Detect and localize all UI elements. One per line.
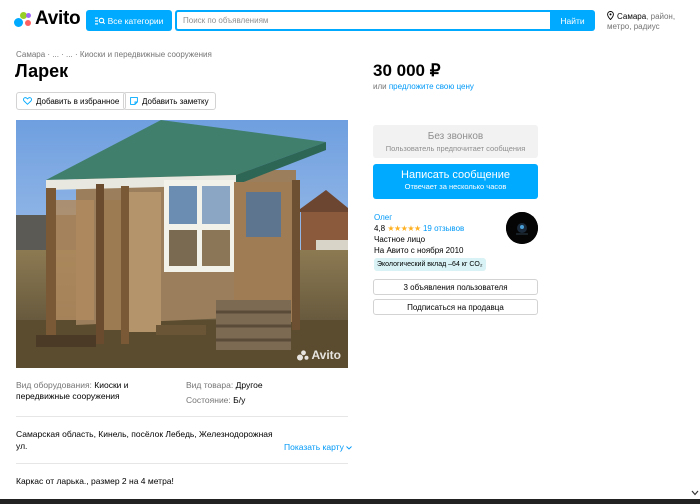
divider [16,416,348,417]
all-categories-button[interactable]: Все категории [86,10,172,31]
price-offer-line: или предложите свою цену [373,82,474,91]
property-label: Вид товара: [186,380,236,390]
write-message-label: Написать сообщение [401,169,510,181]
no-calls-subtitle: Пользователь предпочитает сообщения [385,144,526,153]
subscribe-seller-button[interactable]: Подписаться на продавца [373,299,538,315]
all-categories-label: Все категории [107,15,164,26]
avito-logo[interactable]: Avito [14,8,81,30]
seller-avatar[interactable] [506,212,538,244]
listing-description: Каркас от ларька., размер 2 на 4 метра! [16,476,174,486]
chevron-down-icon [346,446,353,450]
seller-rating-row: 4,8 ★★★★★ 19 отзывов [374,223,504,234]
breadcrumb[interactable]: Самара · ... · ... · Киоски и передвижны… [16,50,212,59]
rating-stars-icon: ★★★★★ [387,224,421,233]
add-note-button[interactable]: Добавить заметку [123,92,216,110]
offer-price-link[interactable]: предложите свою цену [389,82,474,91]
reviews-link[interactable]: 19 отзывов [423,224,464,233]
property-value: Другое [235,380,263,390]
location-pin-icon [607,11,614,20]
search-button[interactable]: Найти [550,10,595,31]
property-label: Вид оборудования: [16,380,95,390]
seller-type: Частное лицо [374,235,426,244]
watermark-text: Avito [311,348,341,362]
search-placeholder: Поиск по объявлениям [183,16,269,25]
heart-icon [23,97,32,105]
note-icon [130,97,138,105]
avito-watermark-icon [297,349,309,360]
add-note-label: Добавить заметку [142,96,209,106]
property-label: Состояние: [186,395,234,405]
bottom-bar [0,499,700,504]
location-city: Самара [617,12,647,21]
scroll-down-icon[interactable] [690,488,700,498]
seller-info: Олег 4,8 ★★★★★ 19 отзывов Частное лицо Н… [374,212,504,271]
seller-rating: 4,8 [374,224,386,233]
property-goods-type: Вид товара: Другое [186,380,346,391]
property-value: Б/у [233,395,246,405]
add-to-favorites-button[interactable]: Добавить в избранное [16,92,127,110]
seller-name[interactable]: Олег [374,212,504,223]
page-title: Ларек [15,61,69,81]
property-equipment-type: Вид оборудования: Киоски и передвижные с… [16,380,166,402]
kiosk-photo-illustration [16,120,348,368]
logo-dots-icon [14,10,32,28]
location-selector[interactable]: Самара, район, метро, радиус [607,11,700,32]
avatar-image [506,212,538,244]
listing-photo[interactable]: Avito [16,120,348,368]
response-time-label: Отвечает за несколько часов [404,182,507,191]
search-input[interactable]: Поиск по объявлениям [175,10,551,31]
add-to-favorites-label: Добавить в избранное [36,96,120,106]
logo-text: Avito [35,8,81,29]
no-calls-box: Без звонков Пользователь предпочитает со… [373,125,538,158]
property-condition: Состояние: Б/у [186,395,346,406]
write-message-button[interactable]: Написать сообщение Отвечает за несколько… [373,164,538,199]
divider [16,463,348,464]
header: Avito Все категории Поиск по объявлениям… [0,0,700,40]
show-map-link[interactable]: Показать карту [284,442,353,452]
seller-since: На Авито с ноября 2010 [374,246,464,255]
address-text: Самарская область, Кинель, посёлок Лебед… [16,429,273,451]
eco-contribution-badge[interactable]: Экологический вклад –64 кг CO₂ [374,258,486,271]
no-calls-title: Без звонков [427,131,484,142]
price: 30 000 ₽ [373,61,441,80]
categories-search-icon [94,17,105,24]
photo-watermark: Avito [297,348,341,362]
seller-listings-button[interactable]: 3 объявления пользователя [373,279,538,295]
price-or-label: или [373,82,389,91]
show-map-label: Показать карту [284,442,344,452]
